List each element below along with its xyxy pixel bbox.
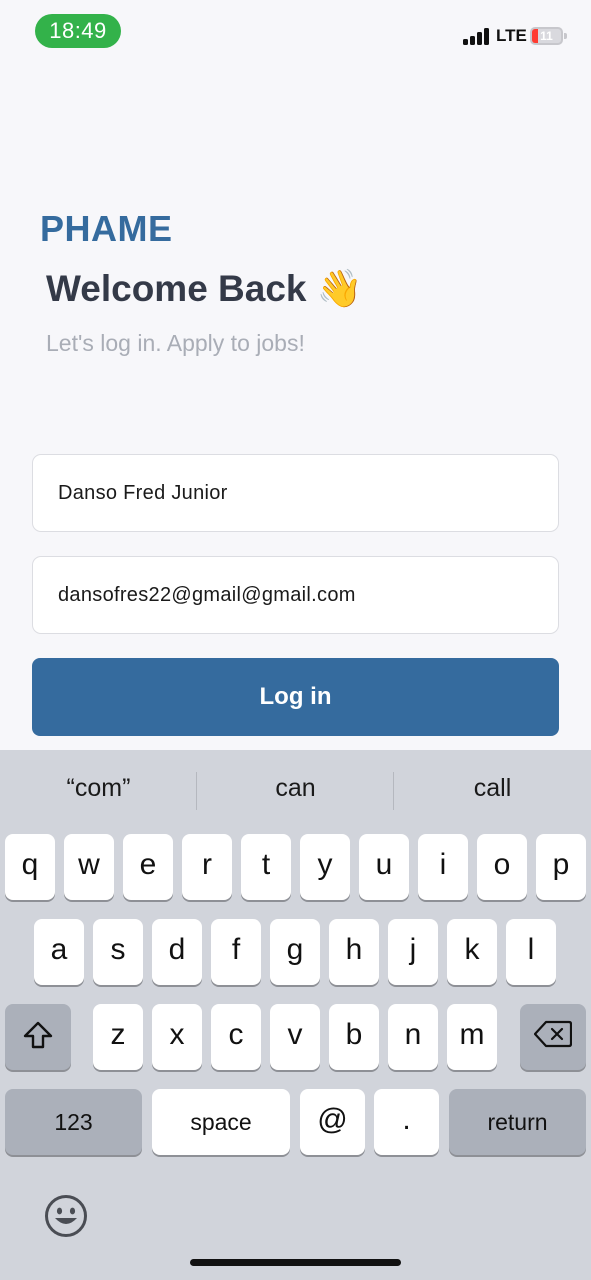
key-j[interactable]: j: [388, 919, 438, 985]
key-m[interactable]: m: [447, 1004, 497, 1070]
suggestion-bar: “com” can call: [0, 750, 591, 832]
suggestion-item[interactable]: can: [197, 774, 394, 803]
key-d[interactable]: d: [152, 919, 202, 985]
key-f[interactable]: f: [211, 919, 261, 985]
key-e[interactable]: e: [123, 834, 173, 900]
key-g[interactable]: g: [270, 919, 320, 985]
suggestion-item[interactable]: “com”: [0, 774, 197, 803]
login-screen: 18:49 LTE 11 PHAME Welcome Back 👋 Let's …: [0, 0, 591, 1280]
key-p[interactable]: p: [536, 834, 586, 900]
backspace-icon: [533, 1020, 573, 1048]
key-w[interactable]: w: [64, 834, 114, 900]
network-label: LTE: [496, 26, 527, 45]
key-i[interactable]: i: [418, 834, 468, 900]
status-time[interactable]: 18:49: [35, 14, 121, 48]
return-key[interactable]: return: [449, 1089, 586, 1155]
shift-icon: [23, 1021, 53, 1049]
key-z[interactable]: z: [93, 1004, 143, 1070]
page-subtitle: Let's log in. Apply to jobs!: [46, 330, 305, 356]
key-q[interactable]: q: [5, 834, 55, 900]
home-indicator[interactable]: [190, 1259, 401, 1266]
numbers-key[interactable]: 123: [5, 1089, 142, 1155]
key-a[interactable]: a: [34, 919, 84, 985]
key-v[interactable]: v: [270, 1004, 320, 1070]
keyboard: “com” can call q w e r t y u i o p a s d…: [0, 750, 591, 1280]
key-k[interactable]: k: [447, 919, 497, 985]
name-input[interactable]: Danso Fred Junior: [32, 454, 559, 532]
emoji-button[interactable]: [44, 1194, 88, 1238]
key-x[interactable]: x: [152, 1004, 202, 1070]
battery-icon: 11: [530, 27, 563, 45]
key-b[interactable]: b: [329, 1004, 379, 1070]
signal-icon: [463, 28, 491, 45]
key-c[interactable]: c: [211, 1004, 261, 1070]
login-button[interactable]: Log in: [32, 658, 559, 736]
period-key[interactable]: .: [374, 1089, 439, 1155]
brand-logo: PHAME: [40, 208, 173, 249]
battery-cap: [564, 33, 567, 39]
emoji-icon: [45, 1195, 87, 1237]
key-l[interactable]: l: [506, 919, 556, 985]
backspace-key[interactable]: [520, 1004, 586, 1070]
at-key[interactable]: @: [300, 1089, 365, 1155]
key-h[interactable]: h: [329, 919, 379, 985]
status-bar: 18:49 LTE 11: [0, 0, 591, 60]
key-u[interactable]: u: [359, 834, 409, 900]
page-title: Welcome Back 👋: [46, 268, 363, 309]
battery-level: 11: [540, 29, 553, 43]
key-o[interactable]: o: [477, 834, 527, 900]
suggestion-item[interactable]: call: [394, 774, 591, 803]
key-s[interactable]: s: [93, 919, 143, 985]
space-key[interactable]: space: [152, 1089, 290, 1155]
shift-key[interactable]: [5, 1004, 71, 1070]
key-t[interactable]: t: [241, 834, 291, 900]
key-n[interactable]: n: [388, 1004, 438, 1070]
key-y[interactable]: y: [300, 834, 350, 900]
email-input[interactable]: dansofres22@gmail@gmail.com: [32, 556, 559, 634]
key-r[interactable]: r: [182, 834, 232, 900]
